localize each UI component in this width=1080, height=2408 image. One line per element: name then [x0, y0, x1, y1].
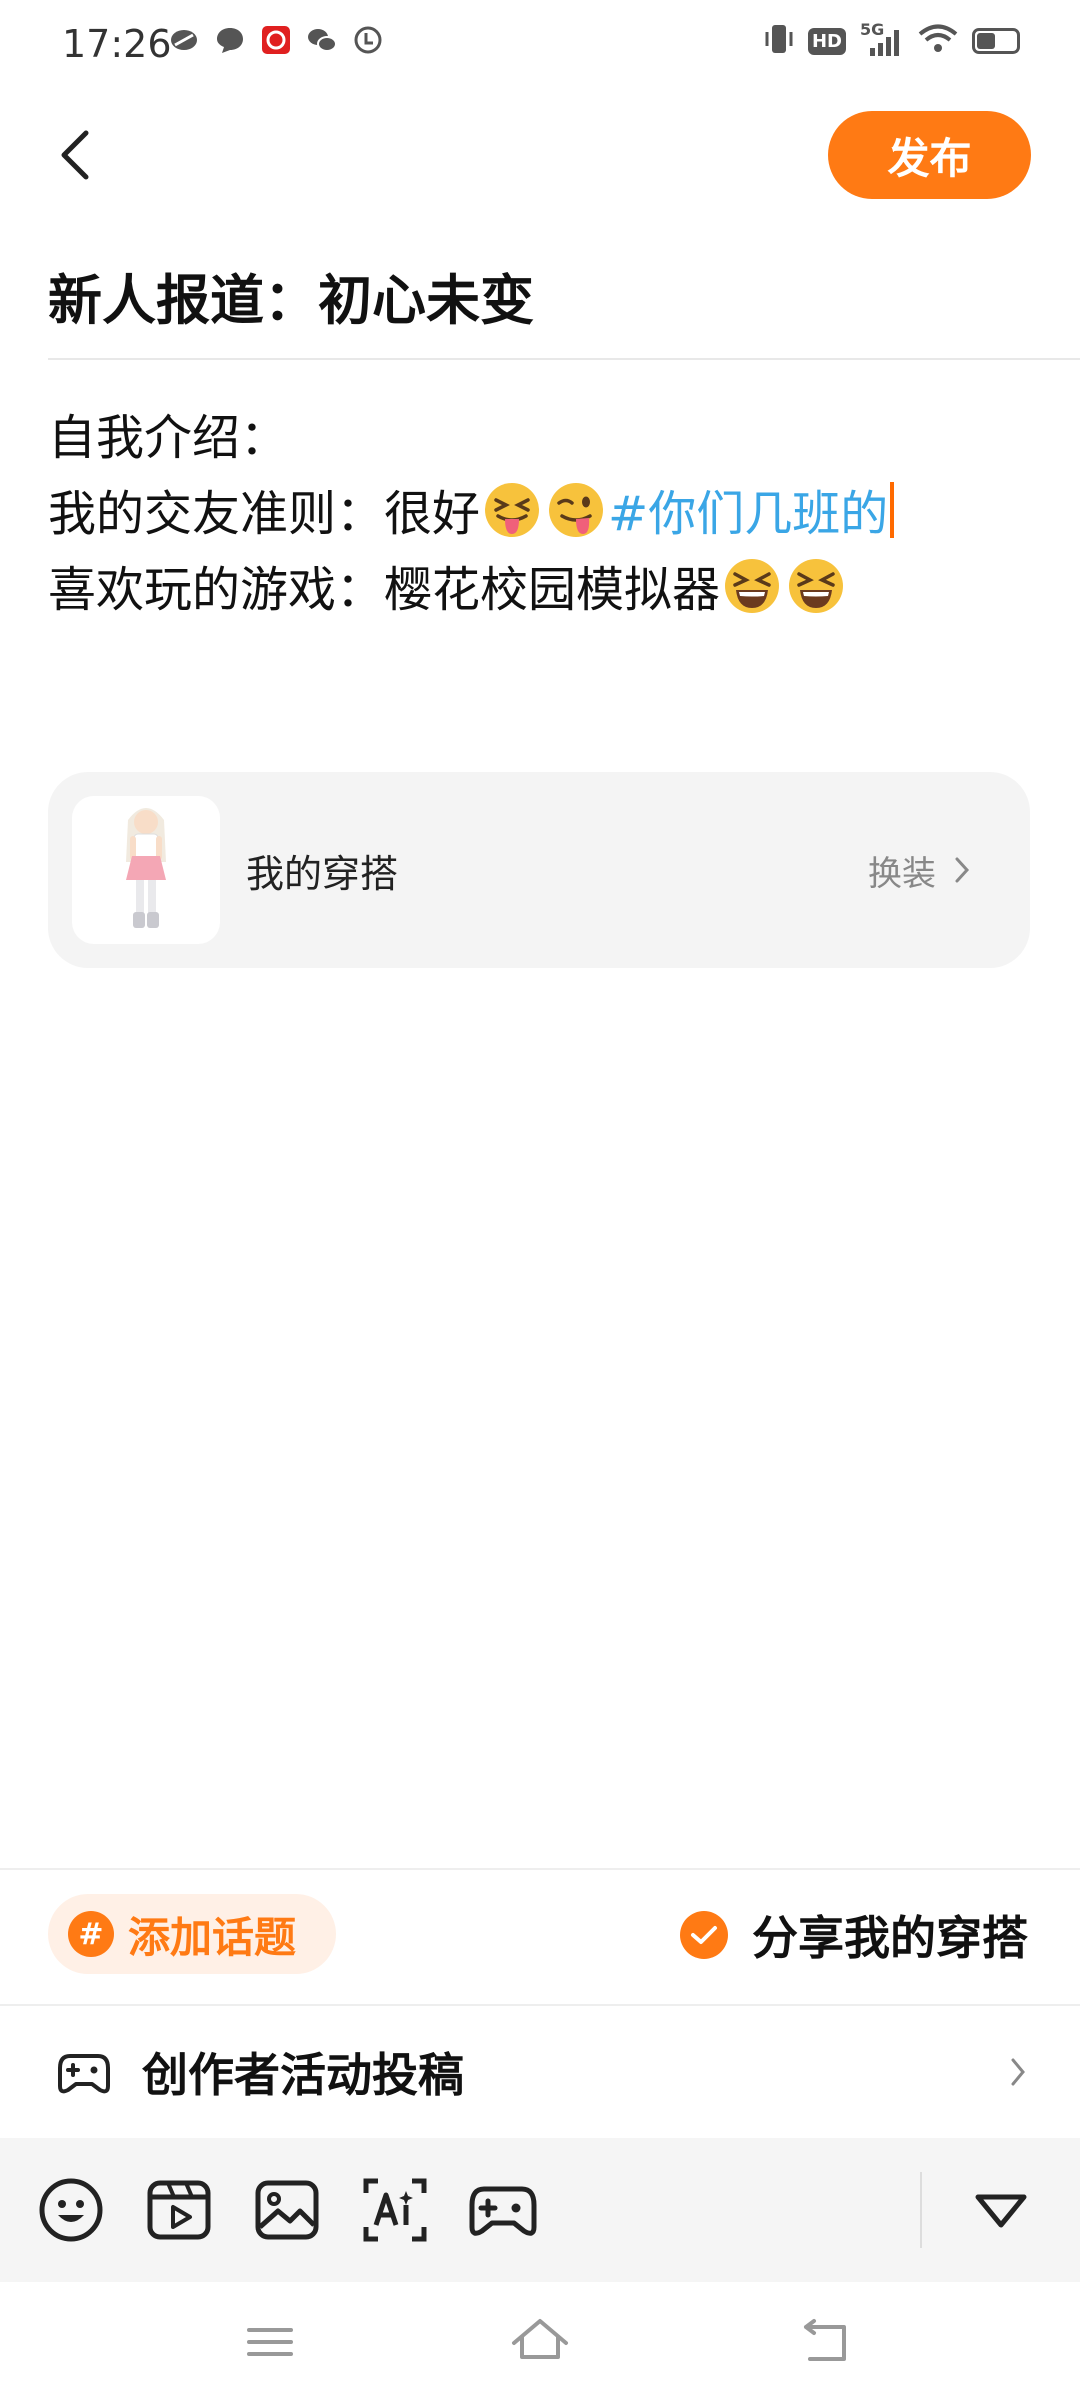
share-outfit-toggle[interactable]: 分享我的穿搭 — [680, 1902, 1028, 1968]
text-cursor — [890, 482, 895, 538]
collapse-icon[interactable] — [966, 2176, 1036, 2246]
toolbar-separator — [920, 2172, 922, 2248]
home-nav-button[interactable] — [510, 2312, 570, 2372]
chevron-right-icon — [955, 857, 970, 883]
video-icon[interactable] — [144, 2175, 214, 2245]
home-icon — [512, 2319, 568, 2359]
game-icon[interactable] — [468, 2175, 538, 2245]
emoji-icon[interactable] — [36, 2175, 106, 2245]
creator-activity-label: 创作者活动投稿 — [142, 2048, 464, 2102]
back-nav-button[interactable] — [796, 2312, 856, 2372]
chevron-right-icon — [1011, 2058, 1025, 2086]
grinning-squinting-face-emoji-icon — [789, 559, 844, 613]
hashtag-link[interactable]: #你们几班的 — [608, 486, 888, 542]
back-button[interactable] — [46, 120, 106, 190]
back-nav-icon — [804, 2319, 846, 2361]
winking-tongue-face-emoji-icon — [549, 483, 604, 537]
status-system-icons: HD 5G — [764, 20, 1020, 60]
body-line-text: 我的交友准则：很好 — [48, 486, 481, 542]
wechat-icon — [306, 24, 338, 56]
back-arrow-icon — [61, 130, 89, 180]
post-title[interactable]: 新人报道：初心未变 — [48, 256, 534, 335]
gamepad-icon — [58, 2054, 110, 2094]
squinting-tongue-face-emoji-icon — [485, 483, 540, 537]
grinning-squinting-face-emoji-icon — [725, 559, 780, 613]
vibrate-icon — [764, 22, 794, 60]
body-line-3: 喜欢玩的游戏：樱花校园模拟器 — [48, 552, 1038, 628]
publish-button[interactable]: 发布 — [828, 111, 1031, 199]
add-topic-label: 添加话题 — [128, 1912, 297, 1962]
body-line-text: 自我介绍： — [48, 410, 289, 466]
hashtag-icon: # — [68, 1911, 114, 1957]
change-outfit-button[interactable]: 换装 — [868, 846, 970, 895]
image-icon[interactable] — [252, 2175, 322, 2245]
title-divider — [48, 358, 1080, 360]
menu-icon — [247, 2328, 293, 2356]
editor-toolbar — [0, 2138, 1080, 2282]
pinduoduo-icon — [260, 24, 292, 56]
share-outfit-label: 分享我的穿搭 — [752, 1911, 1028, 1965]
outfit-label: 我的穿搭 — [246, 851, 399, 896]
message-icon — [214, 24, 246, 56]
post-body-editor[interactable]: 自我介绍： 我的交友准则：很好 #你们几班的 喜欢玩的游戏：樱花校园模拟器 — [48, 400, 1038, 628]
add-topic-button[interactable]: # 添加话题 — [48, 1894, 336, 1974]
wifi-icon — [918, 23, 958, 59]
body-line-text: 喜欢玩的游戏：樱花校园模拟器 — [48, 562, 721, 618]
system-navigation-bar — [0, 2282, 1080, 2408]
menu-nav-button[interactable] — [240, 2312, 300, 2372]
avatar-figure-icon — [126, 808, 166, 928]
outfit-avatar-thumbnail — [72, 796, 220, 944]
change-outfit-label: 换装 — [868, 853, 936, 894]
hd-badge: HD — [807, 27, 846, 55]
checked-circle-icon — [680, 1911, 728, 1959]
outfit-card[interactable]: 我的穿搭 换装 — [48, 772, 1030, 968]
signal-icon: 5G — [860, 20, 904, 58]
bottom-divider — [0, 1868, 1080, 1870]
clock-app-icon — [352, 24, 384, 56]
ai-text-icon[interactable] — [360, 2175, 430, 2245]
app-notification-icon — [168, 24, 200, 56]
status-notification-icons — [168, 24, 384, 56]
body-line-2: 我的交友准则：很好 #你们几班的 — [48, 476, 1038, 552]
body-line-1: 自我介绍： — [48, 400, 1038, 476]
status-time: 17:26 — [62, 22, 172, 66]
creator-activity-row[interactable]: 创作者活动投稿 — [0, 2006, 1080, 2138]
battery-icon — [972, 28, 1020, 54]
